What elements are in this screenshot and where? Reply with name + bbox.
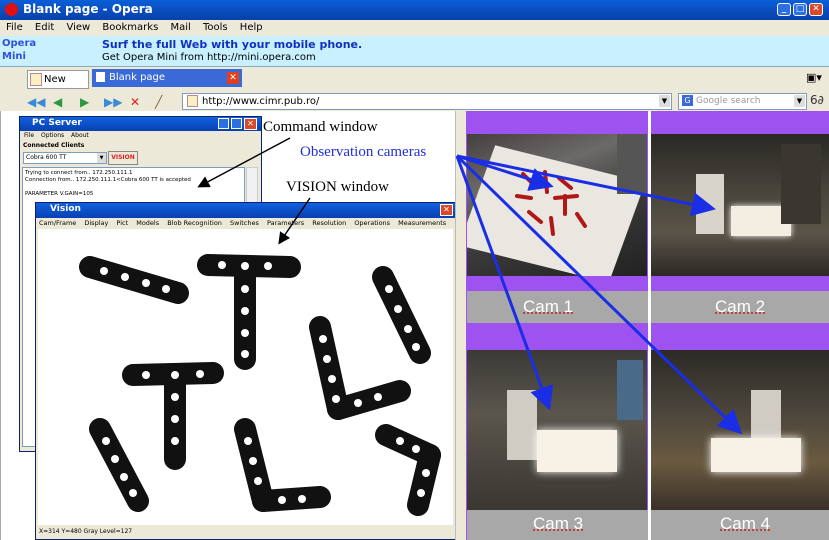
maximize-button[interactable]: □: [793, 3, 807, 16]
vision-status-bar: X=314 Y=480 Gray Level=127: [39, 528, 133, 535]
cam-1-label: Cam 1: [523, 297, 574, 316]
window-title: Blank page - Opera: [23, 2, 153, 16]
vision-menu-item[interactable]: Display: [84, 219, 108, 227]
pc-minimize-button[interactable]: [218, 118, 229, 129]
pc-menu-options[interactable]: Options: [41, 132, 64, 139]
vision-menu-item[interactable]: Measurements: [398, 219, 446, 227]
vision-parts-image: [79, 254, 441, 516]
vision-menu-item[interactable]: Resolution: [312, 219, 346, 227]
pc-server-titlebar: PC Server ✕: [20, 117, 261, 131]
fast-forward-icon[interactable]: ▶▶: [104, 96, 122, 108]
edit-icon[interactable]: ╱: [155, 96, 162, 108]
search-field[interactable]: G Google search ▼: [678, 93, 807, 110]
menu-edit[interactable]: Edit: [35, 22, 54, 33]
cam-3-view: [467, 350, 647, 510]
vision-close-button[interactable]: ✕: [440, 204, 453, 216]
tab-close-icon[interactable]: ✕: [227, 72, 239, 84]
banner-subline: Get Opera Mini from http://mini.opera.co…: [102, 52, 316, 63]
vision-image-area[interactable]: [38, 229, 453, 525]
cam-2-view: [651, 134, 829, 276]
zoom-icon[interactable]: 6∂: [810, 93, 824, 107]
vision-menu-item[interactable]: Parameters: [267, 219, 304, 227]
opera-logo-icon: [5, 3, 18, 16]
cam-3-robot: [507, 390, 537, 460]
cam-3-label: Cam 3: [533, 514, 584, 533]
vision-window: Vision ✕ Cam/Frame Display Pict Models B…: [35, 202, 456, 540]
client-select[interactable]: Cobra 600 TT ▼: [23, 152, 107, 164]
cam-2-robot: [696, 174, 724, 234]
log-line: Connection from.. 172.250.111.1<Cobra 60…: [25, 177, 191, 183]
page-scrollbar[interactable]: [455, 111, 466, 540]
banner-headline: Surf the full Web with your mobile phone…: [102, 38, 363, 51]
title-bar: Blank page - Opera _ □ ✕: [0, 0, 829, 20]
cam-2-label: Cam 2: [715, 297, 766, 316]
menu-file[interactable]: File: [6, 22, 23, 33]
cam-4-view: [651, 350, 829, 510]
connected-clients-label: Connected Clients: [23, 142, 85, 149]
cam-1-view: [467, 134, 647, 276]
vision-menu-item[interactable]: Models: [136, 219, 159, 227]
pc-server-menu: File Options About: [24, 132, 89, 139]
cam-1-robot: [617, 134, 647, 194]
banner-brand: Opera: [2, 38, 37, 49]
google-icon: G: [682, 95, 693, 106]
vision-title: Vision: [50, 204, 81, 214]
address-dropdown-icon[interactable]: ▼: [659, 95, 670, 107]
tab-bar: New page Blank page ✕ ▣▾: [0, 67, 829, 102]
tab-menu-icon[interactable]: ▣▾: [806, 71, 822, 84]
cam-3-table: [537, 430, 617, 472]
vision-menu-bar: Cam/Frame Display Pict Models Blob Recog…: [39, 219, 455, 227]
log-line: Trying to connect from.. 172.250.111.1: [25, 170, 133, 176]
close-button[interactable]: ✕: [809, 3, 823, 16]
tab-blank-page[interactable]: Blank page ✕: [92, 69, 242, 87]
tab-new-page[interactable]: New page: [27, 70, 89, 102]
client-dropdown-icon[interactable]: ▼: [97, 153, 106, 163]
menu-bar: File Edit View Bookmarks Mail Tools Help: [0, 20, 829, 36]
vision-menu-item[interactable]: Operations: [354, 219, 390, 227]
pc-menu-about[interactable]: About: [71, 132, 89, 139]
menu-view[interactable]: View: [66, 22, 90, 33]
vision-titlebar: Vision ✕: [36, 203, 455, 218]
command-window-annotation: Command window: [263, 119, 378, 135]
cam-4-table: [711, 438, 801, 472]
cam-4-label: Cam 4: [720, 514, 771, 533]
page-icon: [187, 95, 198, 107]
log-line: PARAMETER V.GAIN=105: [25, 191, 94, 197]
minimize-button[interactable]: _: [777, 3, 791, 16]
menu-bookmarks[interactable]: Bookmarks: [102, 22, 158, 33]
address-bar[interactable]: http://www.cimr.pub.ro/ ▼: [182, 93, 672, 110]
vision-menu-item[interactable]: Switches: [230, 219, 259, 227]
page-icon: [30, 72, 42, 86]
vision-button[interactable]: VISION: [108, 151, 138, 165]
observation-cameras-annotation: Observation cameras: [300, 144, 427, 160]
vision-menu-item[interactable]: Cam/Frame: [39, 219, 76, 227]
pc-server-title: PC Server: [32, 118, 82, 128]
rewind-icon[interactable]: ◀◀: [27, 96, 45, 108]
page-icon: [96, 72, 105, 82]
banner-brand-2: Mini: [2, 51, 26, 62]
pc-maximize-button[interactable]: [231, 118, 242, 129]
vision-window-annotation: VISION window: [286, 179, 389, 195]
search-placeholder: Google search: [696, 96, 761, 106]
address-text: http://www.cimr.pub.ro/: [202, 96, 320, 107]
stop-icon[interactable]: ✕: [130, 96, 140, 108]
forward-icon[interactable]: ▶: [80, 96, 89, 108]
search-dropdown-icon[interactable]: ▼: [794, 95, 805, 107]
vision-menu-item[interactable]: Pict: [116, 219, 128, 227]
cam-2-shelf: [781, 144, 821, 224]
menu-mail[interactable]: Mail: [170, 22, 190, 33]
pc-close-button[interactable]: ✕: [244, 118, 257, 130]
menu-tools[interactable]: Tools: [203, 22, 228, 33]
back-icon[interactable]: ◀: [53, 96, 62, 108]
pc-menu-file[interactable]: File: [24, 132, 34, 139]
menu-help[interactable]: Help: [240, 22, 263, 33]
opera-mini-banner[interactable]: Opera Mini Surf the full Web with your m…: [0, 36, 829, 67]
vision-menu-item[interactable]: Blob Recognition: [167, 219, 222, 227]
cam-3-panel: [617, 360, 643, 420]
